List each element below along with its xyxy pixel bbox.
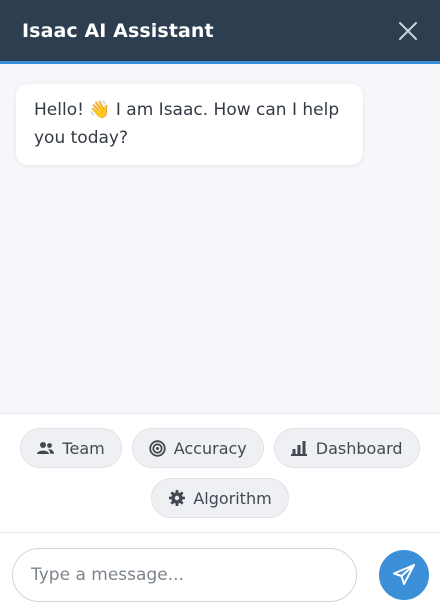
message-text-start: Hello! (34, 100, 90, 120)
quick-reply-label: Accuracy (173, 438, 247, 458)
target-icon (149, 439, 166, 457)
quick-reply-algorithm[interactable]: Algorithm (151, 478, 289, 518)
quick-reply-label: Dashboard (315, 438, 403, 458)
send-button[interactable] (379, 549, 429, 600)
bot-message: Hello! 👋 I am Isaac. How can I help you … (16, 84, 363, 165)
quick-reply-label: Team (62, 438, 105, 458)
chat-title: Isaac AI Assistant (22, 19, 214, 42)
quick-replies: Team Accuracy Dashboard Algorithm (0, 413, 440, 532)
quick-reply-label: Algorithm (193, 488, 272, 508)
message-input[interactable] (12, 547, 357, 602)
close-button[interactable] (396, 19, 420, 43)
quick-reply-accuracy[interactable]: Accuracy (131, 428, 264, 468)
quick-reply-team[interactable]: Team (20, 428, 122, 468)
close-icon (399, 21, 417, 40)
waving-hand-emoji: 👋 (89, 100, 111, 120)
chat-header: Isaac AI Assistant (0, 0, 440, 64)
chat-widget: Isaac AI Assistant Hello! 👋 I am Isaac. … (0, 0, 440, 616)
quick-reply-dashboard[interactable]: Dashboard (273, 428, 420, 468)
message-list: Hello! 👋 I am Isaac. How can I help you … (0, 64, 440, 413)
gear-icon (168, 490, 185, 507)
bar-chart-icon (291, 440, 308, 457)
message-composer (0, 532, 440, 616)
send-icon (393, 563, 415, 585)
users-icon (37, 440, 55, 457)
